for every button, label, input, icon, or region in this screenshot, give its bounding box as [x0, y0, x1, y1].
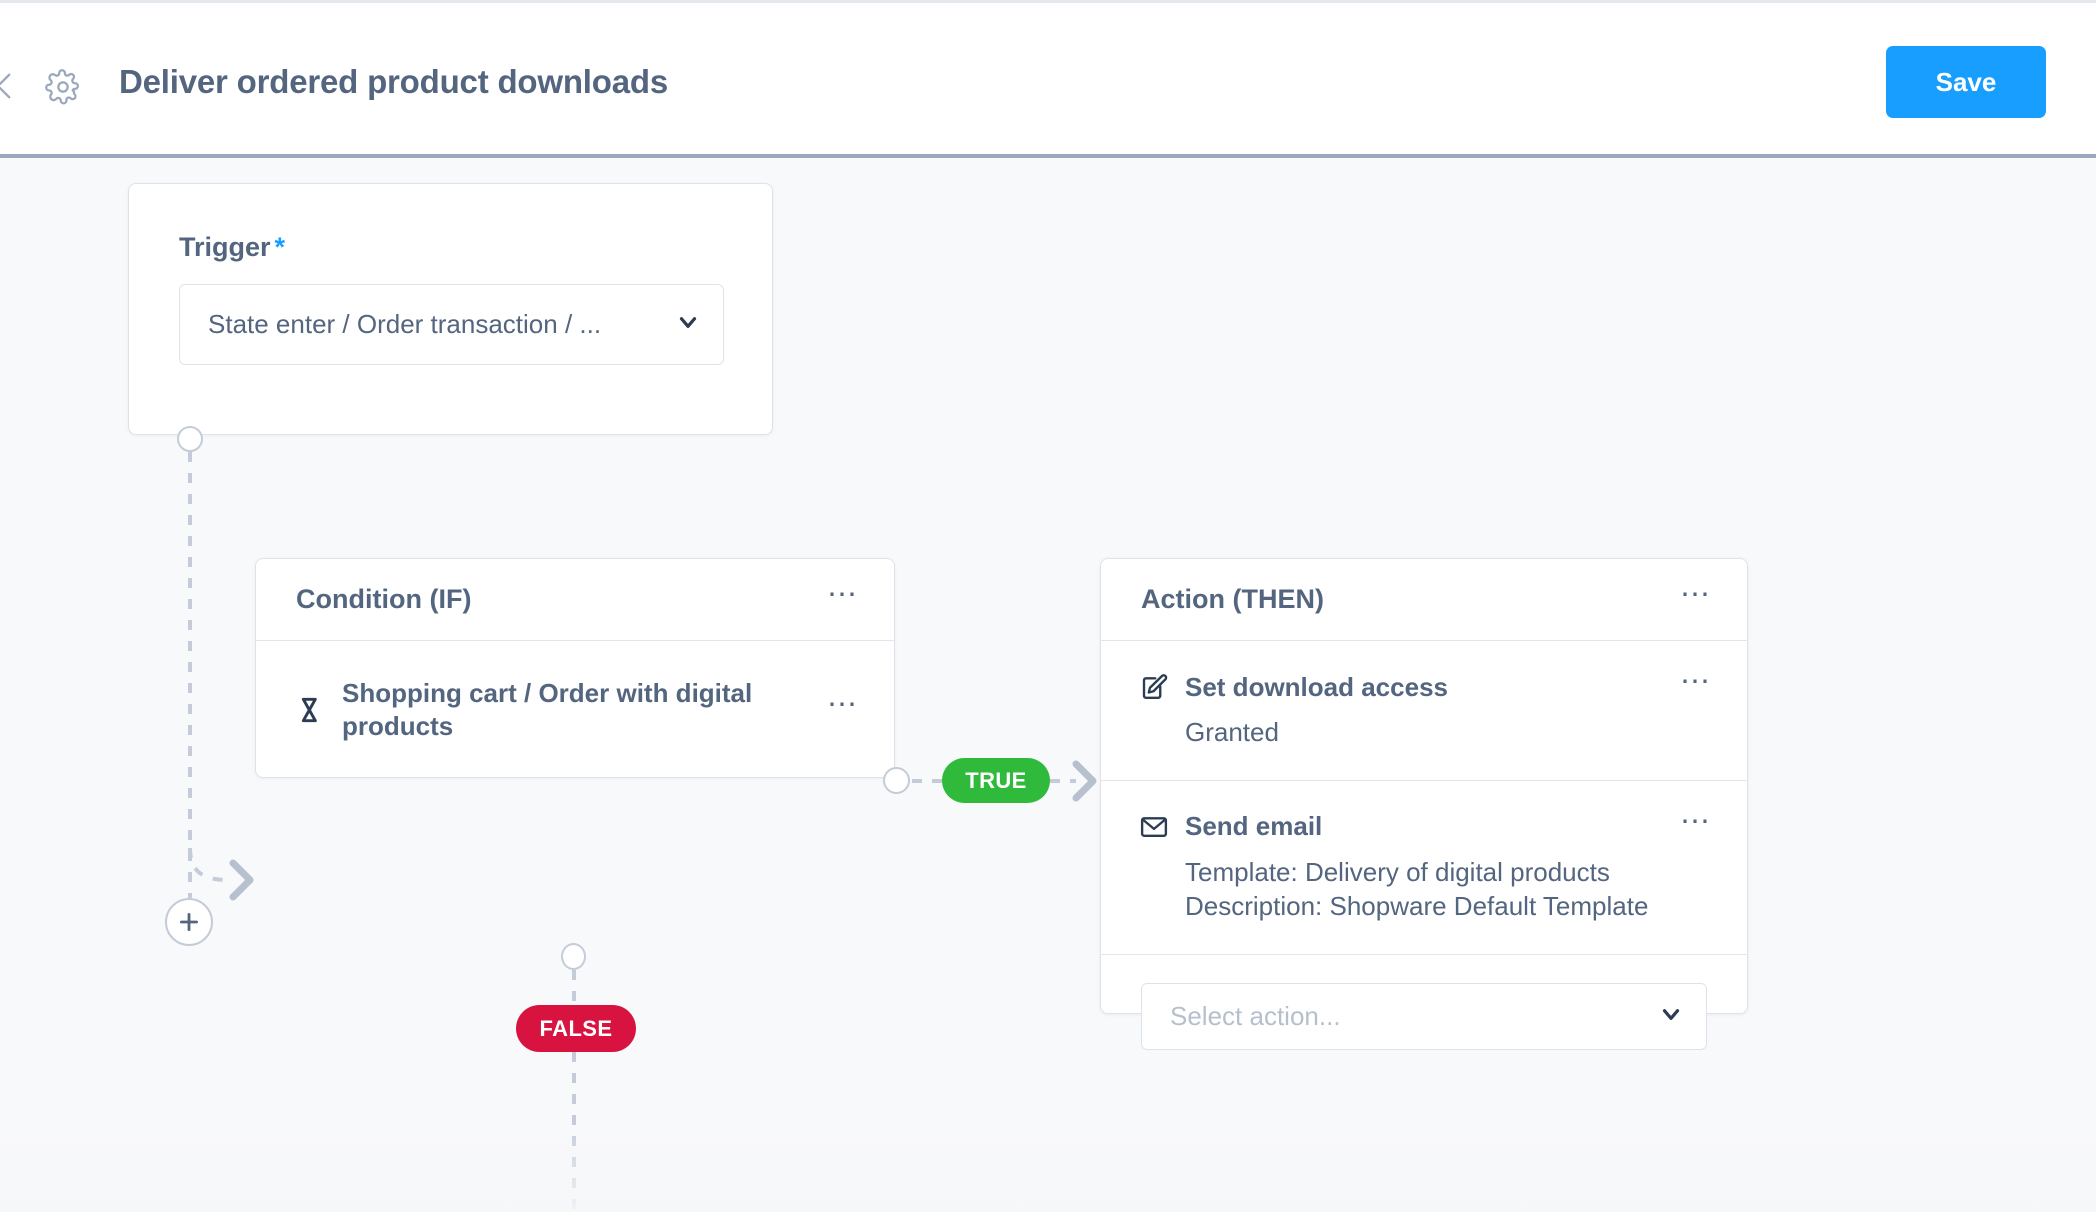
required-asterisk: * [274, 232, 286, 262]
trigger-label-text: Trigger [179, 232, 271, 262]
plus-icon [180, 913, 198, 931]
select-action-wrapper: Select action... [1101, 955, 1747, 1080]
action-row-detail: Template: Delivery of digital products D… [1185, 856, 1649, 922]
action-row-header: Send email ⋯ [1139, 806, 1717, 845]
trigger-label: Trigger * [179, 232, 285, 263]
chevron-down-icon [675, 309, 701, 340]
trigger-selected-value: State enter / Order transaction / ... [208, 309, 602, 339]
save-button[interactable]: Save [1886, 46, 2046, 118]
condition-rule-row[interactable]: Shopping cart / Order with digital produ… [256, 641, 894, 778]
false-branch-badge: FALSE [516, 1005, 636, 1052]
action-row-title: Set download access [1185, 671, 1448, 702]
condition-card: Condition (IF) ⋯ Shopping cart / Order w… [255, 558, 895, 778]
condition-card-header: Condition (IF) ⋯ [256, 559, 894, 641]
condition-false-handle[interactable] [561, 943, 586, 970]
action-card-header: Action (THEN) ⋯ [1101, 559, 1747, 641]
trigger-card: Trigger * State enter / Order transaction… [128, 183, 773, 435]
condition-true-handle[interactable] [883, 767, 910, 794]
rule-condition-icon [294, 694, 326, 726]
chevron-left-icon[interactable] [0, 69, 22, 103]
action-row-menu-button[interactable]: ⋯ [1676, 806, 1717, 845]
select-action-dropdown[interactable]: Select action... [1141, 982, 1707, 1050]
condition-card-title: Condition (IF) [296, 584, 472, 614]
edit-document-icon [1139, 672, 1169, 702]
flow-canvas[interactable]: Trigger * State enter / Order transaction… [0, 158, 2096, 1212]
trigger-output-handle[interactable] [177, 426, 203, 452]
select-action-placeholder: Select action... [1170, 1000, 1341, 1031]
action-row[interactable]: Send email ⋯ Template: Delivery of digit… [1101, 781, 1747, 955]
add-step-left-button[interactable] [165, 898, 213, 946]
action-row-header: Set download access ⋯ [1139, 667, 1717, 705]
true-branch-badge: TRUE [942, 758, 1050, 803]
page-header: Deliver ordered product downloads Save [0, 0, 2096, 158]
action-row[interactable]: Set download access ⋯ Granted [1101, 641, 1747, 781]
envelope-icon [1139, 812, 1169, 842]
action-row-title: Send email [1185, 811, 1323, 842]
action-card-title: Action (THEN) [1141, 584, 1324, 614]
action-row-menu-button[interactable]: ⋯ [1676, 667, 1717, 705]
condition-rule-menu-button[interactable]: ⋯ [823, 689, 864, 728]
condition-rule-label: Shopping cart / Order with digital produ… [342, 677, 753, 741]
page-title: Deliver ordered product downloads [119, 63, 668, 100]
trigger-select[interactable]: State enter / Order transaction / ... [179, 284, 724, 365]
flow-builder-page: Deliver ordered product downloads Save T… [0, 0, 2096, 1212]
action-card: Action (THEN) ⋯ Set download access ⋯ Gr… [1100, 558, 1748, 1050]
action-row-detail: Granted [1185, 717, 1279, 747]
gear-icon[interactable] [45, 69, 81, 105]
chevron-down-icon [1658, 1001, 1684, 1032]
action-card-menu-button[interactable]: ⋯ [1676, 579, 1717, 618]
condition-card-menu-button[interactable]: ⋯ [823, 579, 864, 618]
